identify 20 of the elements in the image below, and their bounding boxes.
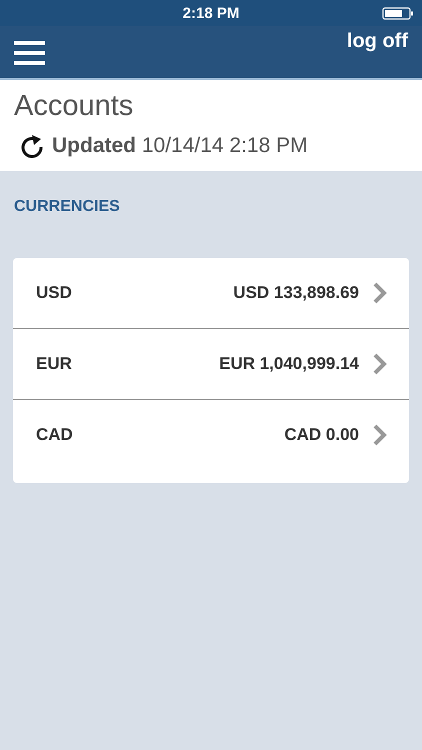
chevron-icon: [373, 282, 387, 304]
currency-code: USD: [36, 283, 73, 303]
currency-balance: CAD 0.00: [284, 425, 359, 445]
menu-icon[interactable]: [14, 40, 46, 66]
battery-icon: [382, 7, 414, 20]
currency-code: CAD: [36, 425, 74, 445]
currency-row[interactable]: USD USD 133,898.69: [13, 258, 409, 329]
log-off-link[interactable]: log off: [346, 30, 408, 53]
page-title: Accounts: [14, 90, 134, 123]
currency-balance: EUR 1,040,999.14: [219, 354, 359, 374]
currency-code: EUR: [36, 354, 73, 374]
chevron-icon: [373, 353, 387, 375]
updated-text: Updated 10/14/14 2:18 PM: [52, 134, 308, 158]
currency-row[interactable]: CAD CAD 0.00: [13, 400, 409, 470]
status-time: 2:18 PM: [182, 4, 240, 22]
chevron-icon: [373, 424, 387, 446]
refresh-icon[interactable]: [20, 133, 44, 159]
currency-row[interactable]: EUR EUR 1,040,999.14: [13, 329, 409, 400]
currency-balance: USD 133,898.69: [233, 283, 359, 303]
section-title: CURRENCIES: [13, 197, 121, 216]
